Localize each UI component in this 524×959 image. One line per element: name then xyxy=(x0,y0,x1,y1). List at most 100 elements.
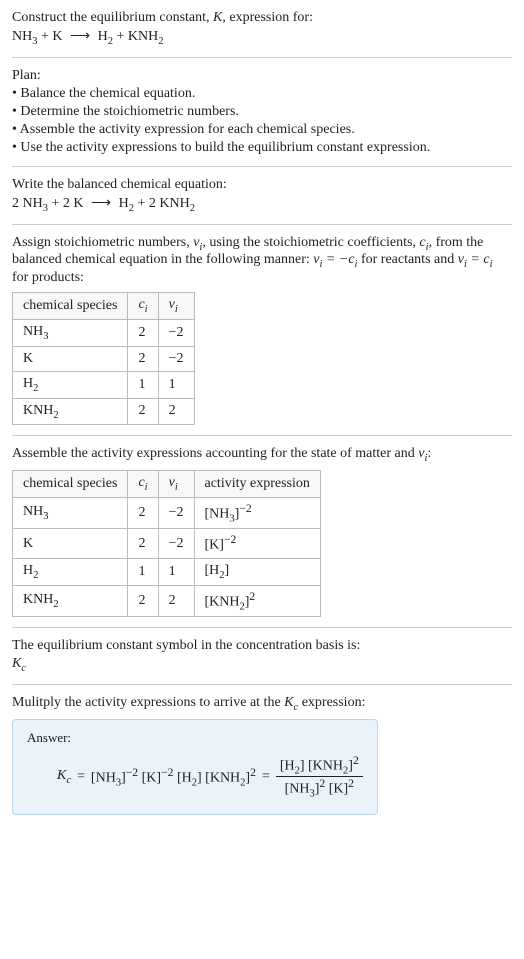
plan-heading: Plan: xyxy=(12,68,512,84)
cell: 2 xyxy=(128,529,158,559)
cell: NH3 xyxy=(13,319,128,346)
table-row: H211 xyxy=(13,371,195,398)
table-row: KNH222 xyxy=(13,398,195,425)
table-header-row: chemical species ci νi xyxy=(13,293,195,320)
cell: [K]−2 xyxy=(194,529,320,559)
divider xyxy=(12,627,512,628)
cell: H2 xyxy=(13,371,128,398)
equals: = xyxy=(262,769,270,785)
cell: NH3 xyxy=(13,497,128,528)
activity-table: chemical species ci νi activity expressi… xyxy=(12,470,321,617)
cell: KNH2 xyxy=(13,585,128,616)
activity-block: Assemble the activity expressions accoun… xyxy=(12,446,512,617)
plan-item: • Determine the stoichiometric numbers. xyxy=(12,104,512,120)
col-ci: ci xyxy=(128,293,158,320)
cell: 2 xyxy=(128,497,158,528)
plan-item: • Balance the chemical equation. xyxy=(12,86,512,102)
cell: K xyxy=(13,346,128,371)
answer-label: Answer: xyxy=(27,730,363,746)
assign-block: Assign stoichiometric numbers, νi, using… xyxy=(12,235,512,426)
title-block: Construct the equilibrium constant, K, e… xyxy=(12,10,512,47)
cell: −2 xyxy=(158,319,194,346)
text: Assemble the activity expressions accoun… xyxy=(12,446,418,461)
cell: 2 xyxy=(128,346,158,371)
cell: [H2] xyxy=(194,559,320,586)
table-row: K2−2 xyxy=(13,346,195,371)
title-equation: NH3 + K ⟶ H2 + KNH2 xyxy=(12,28,512,47)
plan-item: • Use the activity expressions to build … xyxy=(12,140,512,156)
cell: 2 xyxy=(158,398,194,425)
title-line: Construct the equilibrium constant, K, e… xyxy=(12,10,512,26)
cell: 2 xyxy=(128,585,158,616)
text: for reactants and xyxy=(357,252,457,267)
symbol-block: The equilibrium constant symbol in the c… xyxy=(12,638,512,674)
plan-item: • Assemble the activity expression for e… xyxy=(12,122,512,138)
col-nui: νi xyxy=(158,471,194,498)
text: : xyxy=(427,446,431,461)
table-header-row: chemical species ci νi activity expressi… xyxy=(13,471,321,498)
title-text-a: Construct the equilibrium constant, xyxy=(12,10,213,25)
table-row: KNH222[KNH2]2 xyxy=(13,585,321,616)
divider xyxy=(12,57,512,58)
fraction-denominator: [NH3]2 [K]2 xyxy=(276,777,363,799)
multiply-text: Mulitply the activity expressions to arr… xyxy=(12,695,512,713)
cell: 2 xyxy=(128,398,158,425)
text: Assign stoichiometric numbers, xyxy=(12,235,193,250)
cell: −2 xyxy=(158,346,194,371)
cell: −2 xyxy=(158,497,194,528)
text: expression: xyxy=(298,695,365,710)
divider xyxy=(12,224,512,225)
kc: Kc xyxy=(284,695,298,710)
divider xyxy=(12,684,512,685)
cell: K xyxy=(13,529,128,559)
title-text-b: , expression for: xyxy=(222,10,313,25)
divider xyxy=(12,166,512,167)
balanced-heading: Write the balanced chemical equation: xyxy=(12,177,512,193)
text: for products: xyxy=(12,270,84,285)
cell: [NH3]−2 xyxy=(194,497,320,528)
c-i: ci xyxy=(419,235,428,250)
symbol-text: The equilibrium constant symbol in the c… xyxy=(12,638,512,654)
cell: 1 xyxy=(158,559,194,586)
col-species: chemical species xyxy=(13,471,128,498)
nu-i: νi xyxy=(193,235,202,250)
assign-text: Assign stoichiometric numbers, νi, using… xyxy=(12,235,512,287)
text: , using the stoichiometric coefficients, xyxy=(202,235,419,250)
answer-product: [NH3]−2 [K]−2 [H2] [KNH2]2 xyxy=(91,766,256,788)
cell: 2 xyxy=(158,585,194,616)
col-activity: activity expression xyxy=(194,471,320,498)
multiply-block: Mulitply the activity expressions to arr… xyxy=(12,695,512,815)
cell: KNH2 xyxy=(13,398,128,425)
cell: H2 xyxy=(13,559,128,586)
cell: 1 xyxy=(128,371,158,398)
divider xyxy=(12,435,512,436)
answer-box: Answer: Kc = [NH3]−2 [K]−2 [H2] [KNH2]2 … xyxy=(12,719,378,815)
title-k: K xyxy=(213,10,222,25)
col-species: chemical species xyxy=(13,293,128,320)
table-row: NH32−2[NH3]−2 xyxy=(13,497,321,528)
formula: νi = ci xyxy=(458,252,493,267)
cell: 2 xyxy=(128,319,158,346)
cell: −2 xyxy=(158,529,194,559)
formula: νi = −ci xyxy=(313,252,357,267)
table-row: K2−2[K]−2 xyxy=(13,529,321,559)
fraction-numerator: [H2] [KNH2]2 xyxy=(276,754,363,777)
stoich-table: chemical species ci νi NH32−2 K2−2 H211 … xyxy=(12,292,195,425)
answer-equation: Kc = [NH3]−2 [K]−2 [H2] [KNH2]2 = [H2] [… xyxy=(27,754,363,800)
col-ci: ci xyxy=(128,471,158,498)
answer-lhs: Kc xyxy=(57,768,71,786)
cell: 1 xyxy=(158,371,194,398)
symbol-value: Kc xyxy=(12,656,512,674)
text: Mulitply the activity expressions to arr… xyxy=(12,695,284,710)
answer-fraction: [H2] [KNH2]2 [NH3]2 [K]2 xyxy=(276,754,363,800)
balanced-equation: 2 NH3 + 2 K ⟶ H2 + 2 KNH2 xyxy=(12,195,512,214)
assemble-text: Assemble the activity expressions accoun… xyxy=(12,446,512,464)
balanced-block: Write the balanced chemical equation: 2 … xyxy=(12,177,512,214)
cell: 1 xyxy=(128,559,158,586)
equals: = xyxy=(77,769,85,785)
table-row: NH32−2 xyxy=(13,319,195,346)
col-nui: νi xyxy=(158,293,194,320)
plan-block: Plan: • Balance the chemical equation. •… xyxy=(12,68,512,156)
table-row: H211[H2] xyxy=(13,559,321,586)
cell: [KNH2]2 xyxy=(194,585,320,616)
